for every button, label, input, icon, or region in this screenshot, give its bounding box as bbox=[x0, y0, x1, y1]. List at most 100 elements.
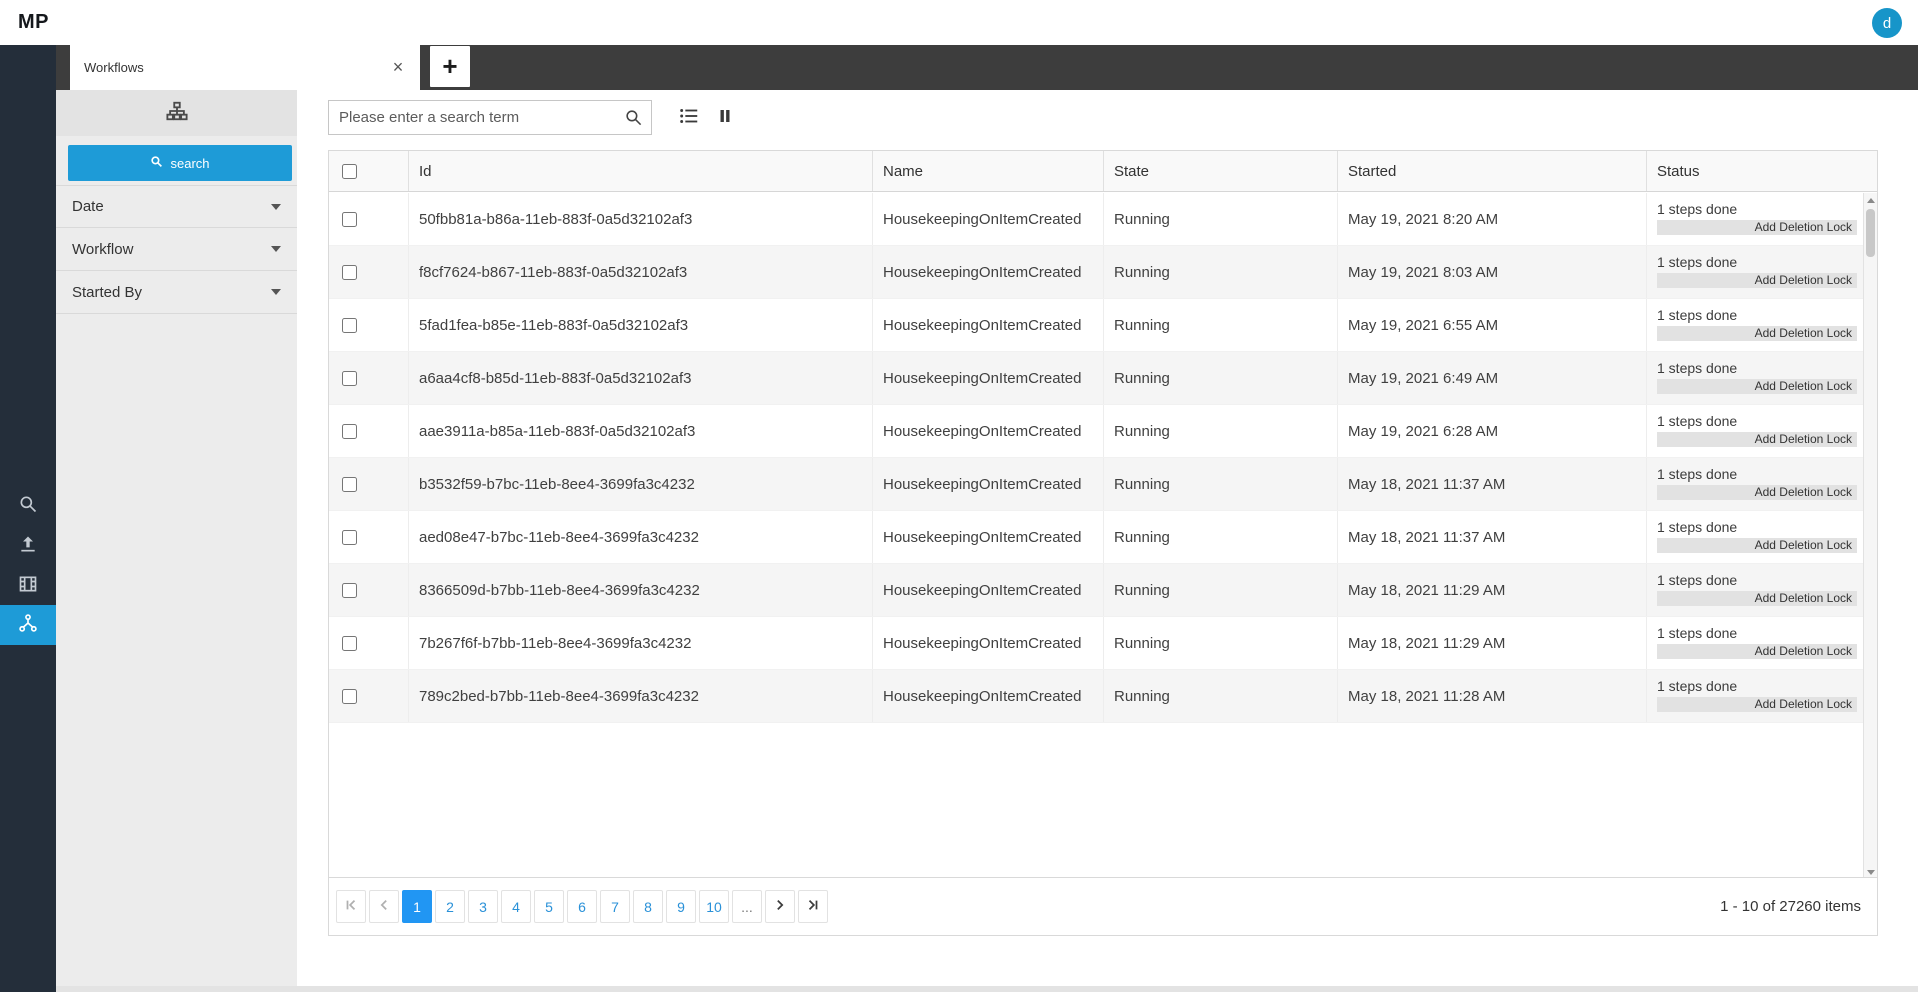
row-checkbox-cell bbox=[329, 617, 408, 669]
status-progress-bar: Add Deletion Lock bbox=[1657, 485, 1857, 500]
plus-icon: + bbox=[442, 51, 458, 81]
cell-state: Running bbox=[1103, 246, 1337, 298]
rail-upload-button[interactable] bbox=[0, 526, 56, 566]
pager-page-6[interactable]: 6 bbox=[567, 890, 597, 923]
pager-info: 1 - 10 of 27260 items bbox=[1720, 898, 1861, 915]
status-steps-label: 1 steps done bbox=[1657, 625, 1738, 641]
rail-media-button[interactable] bbox=[0, 566, 56, 606]
cell-status: 1 steps done Add Deletion Lock bbox=[1646, 246, 1863, 298]
table-row[interactable]: aae3911a-b85a-11eb-883f-0a5d32102af3 Hou… bbox=[329, 405, 1863, 458]
table-row[interactable]: 5fad1fea-b85e-11eb-883f-0a5d32102af3 Hou… bbox=[329, 299, 1863, 352]
status-steps-label: 1 steps done bbox=[1657, 678, 1738, 694]
cell-name: HousekeepingOnItemCreated bbox=[872, 617, 1103, 669]
status-progress-bar: Add Deletion Lock bbox=[1657, 379, 1857, 394]
add-tab-button[interactable]: + bbox=[430, 46, 470, 87]
cell-started: May 18, 2021 11:37 AM bbox=[1337, 458, 1646, 510]
column-header-state[interactable]: State bbox=[1103, 151, 1337, 191]
column-header-name[interactable]: Name bbox=[872, 151, 1103, 191]
search-input[interactable] bbox=[329, 101, 651, 134]
list-view-button[interactable] bbox=[674, 103, 704, 133]
table-row[interactable]: 50fbb81a-b86a-11eb-883f-0a5d32102af3 Hou… bbox=[329, 193, 1863, 246]
triangle-up-icon bbox=[1866, 197, 1875, 203]
rail-search-button[interactable] bbox=[0, 486, 56, 526]
row-checkbox[interactable] bbox=[342, 423, 357, 439]
scrollbar-thumb[interactable] bbox=[1866, 209, 1875, 257]
cell-state: Running bbox=[1103, 193, 1337, 245]
row-checkbox[interactable] bbox=[342, 688, 357, 704]
row-checkbox-cell bbox=[329, 670, 408, 722]
pager-last-button[interactable] bbox=[798, 890, 828, 923]
pager-page-2[interactable]: 2 bbox=[435, 890, 465, 923]
search-button-label: search bbox=[170, 155, 210, 171]
pager-page-3[interactable]: 3 bbox=[468, 890, 498, 923]
row-checkbox[interactable] bbox=[342, 635, 357, 651]
pager-page-1[interactable]: 1 bbox=[402, 890, 432, 923]
search-button[interactable]: search bbox=[68, 145, 292, 181]
column-header-started[interactable]: Started bbox=[1337, 151, 1646, 191]
pager-page-4[interactable]: 4 bbox=[501, 890, 531, 923]
row-checkbox[interactable] bbox=[342, 211, 357, 227]
status-steps-label: 1 steps done bbox=[1657, 201, 1738, 217]
table-row[interactable]: a6aa4cf8-b85d-11eb-883f-0a5d32102af3 Hou… bbox=[329, 352, 1863, 405]
status-progress-bar: Add Deletion Lock bbox=[1657, 432, 1857, 447]
pager-page-8[interactable]: 8 bbox=[633, 890, 663, 923]
cell-id: f8cf7624-b867-11eb-883f-0a5d32102af3 bbox=[408, 246, 872, 298]
row-checkbox[interactable] bbox=[342, 529, 357, 545]
table-row[interactable]: b3532f59-b7bc-11eb-8ee4-3699fa3c4232 Hou… bbox=[329, 458, 1863, 511]
cell-name: HousekeepingOnItemCreated bbox=[872, 511, 1103, 563]
search-icon[interactable] bbox=[624, 108, 643, 132]
pager-first-button[interactable] bbox=[336, 890, 366, 923]
table-row[interactable]: 789c2bed-b7bb-11eb-8ee4-3699fa3c4232 Hou… bbox=[329, 670, 1863, 723]
tab-workflows[interactable]: Workflows × bbox=[70, 45, 420, 90]
status-steps-label: 1 steps done bbox=[1657, 466, 1738, 482]
table-row[interactable]: 7b267f6f-b7bb-11eb-8ee4-3699fa3c4232 Hou… bbox=[329, 617, 1863, 670]
pager-more-button[interactable]: ... bbox=[732, 890, 762, 923]
table-row[interactable]: aed08e47-b7bc-11eb-8ee4-3699fa3c4232 Hou… bbox=[329, 511, 1863, 564]
cell-name: HousekeepingOnItemCreated bbox=[872, 246, 1103, 298]
status-progress-bar: Add Deletion Lock bbox=[1657, 644, 1857, 659]
row-checkbox[interactable] bbox=[342, 370, 357, 386]
pager-page-5[interactable]: 5 bbox=[534, 890, 564, 923]
row-checkbox-cell bbox=[329, 405, 408, 457]
cell-id: a6aa4cf8-b85d-11eb-883f-0a5d32102af3 bbox=[408, 352, 872, 404]
vertical-scrollbar[interactable] bbox=[1863, 193, 1877, 879]
pager-prev-button[interactable] bbox=[369, 890, 399, 923]
filter-section[interactable]: Started By bbox=[56, 271, 297, 314]
table-body: 50fbb81a-b86a-11eb-883f-0a5d32102af3 Hou… bbox=[329, 193, 1863, 723]
first-page-icon bbox=[344, 898, 358, 915]
pager-page-10[interactable]: 10 bbox=[699, 890, 729, 923]
hierarchy-view-button[interactable] bbox=[56, 90, 297, 136]
cell-id: 8366509d-b7bb-11eb-8ee4-3699fa3c4232 bbox=[408, 564, 872, 616]
close-icon[interactable]: × bbox=[386, 56, 410, 80]
column-header-id[interactable]: Id bbox=[408, 151, 872, 191]
tab-label: Workflows bbox=[84, 60, 144, 75]
cell-name: HousekeepingOnItemCreated bbox=[872, 405, 1103, 457]
row-checkbox[interactable] bbox=[342, 476, 357, 492]
cell-status: 1 steps done Add Deletion Lock bbox=[1646, 670, 1863, 722]
user-avatar[interactable]: d bbox=[1872, 8, 1902, 38]
cell-name: HousekeepingOnItemCreated bbox=[872, 458, 1103, 510]
pager-page-9[interactable]: 9 bbox=[666, 890, 696, 923]
rail-workflows-button[interactable] bbox=[0, 605, 56, 645]
row-checkbox-cell bbox=[329, 299, 408, 351]
row-checkbox[interactable] bbox=[342, 264, 357, 280]
filter-section[interactable]: Workflow bbox=[56, 228, 297, 271]
cell-state: Running bbox=[1103, 352, 1337, 404]
filter-section[interactable]: Date bbox=[56, 185, 297, 228]
cell-id: 7b267f6f-b7bb-11eb-8ee4-3699fa3c4232 bbox=[408, 617, 872, 669]
cell-id: 50fbb81a-b86a-11eb-883f-0a5d32102af3 bbox=[408, 193, 872, 245]
pause-button[interactable] bbox=[710, 103, 740, 133]
table-row[interactable]: f8cf7624-b867-11eb-883f-0a5d32102af3 Hou… bbox=[329, 246, 1863, 299]
chevron-down-icon bbox=[271, 289, 281, 295]
scroll-up-button[interactable] bbox=[1864, 193, 1877, 207]
filter-section-label: Started By bbox=[72, 283, 143, 301]
table-row[interactable]: 8366509d-b7bb-11eb-8ee4-3699fa3c4232 Hou… bbox=[329, 564, 1863, 617]
cell-id: b3532f59-b7bc-11eb-8ee4-3699fa3c4232 bbox=[408, 458, 872, 510]
pager-next-button[interactable] bbox=[765, 890, 795, 923]
row-checkbox[interactable] bbox=[342, 317, 357, 333]
last-page-icon bbox=[806, 898, 820, 915]
select-all-checkbox[interactable] bbox=[342, 163, 357, 179]
row-checkbox[interactable] bbox=[342, 582, 357, 598]
pager-page-7[interactable]: 7 bbox=[600, 890, 630, 923]
column-header-status[interactable]: Status bbox=[1646, 151, 1877, 191]
